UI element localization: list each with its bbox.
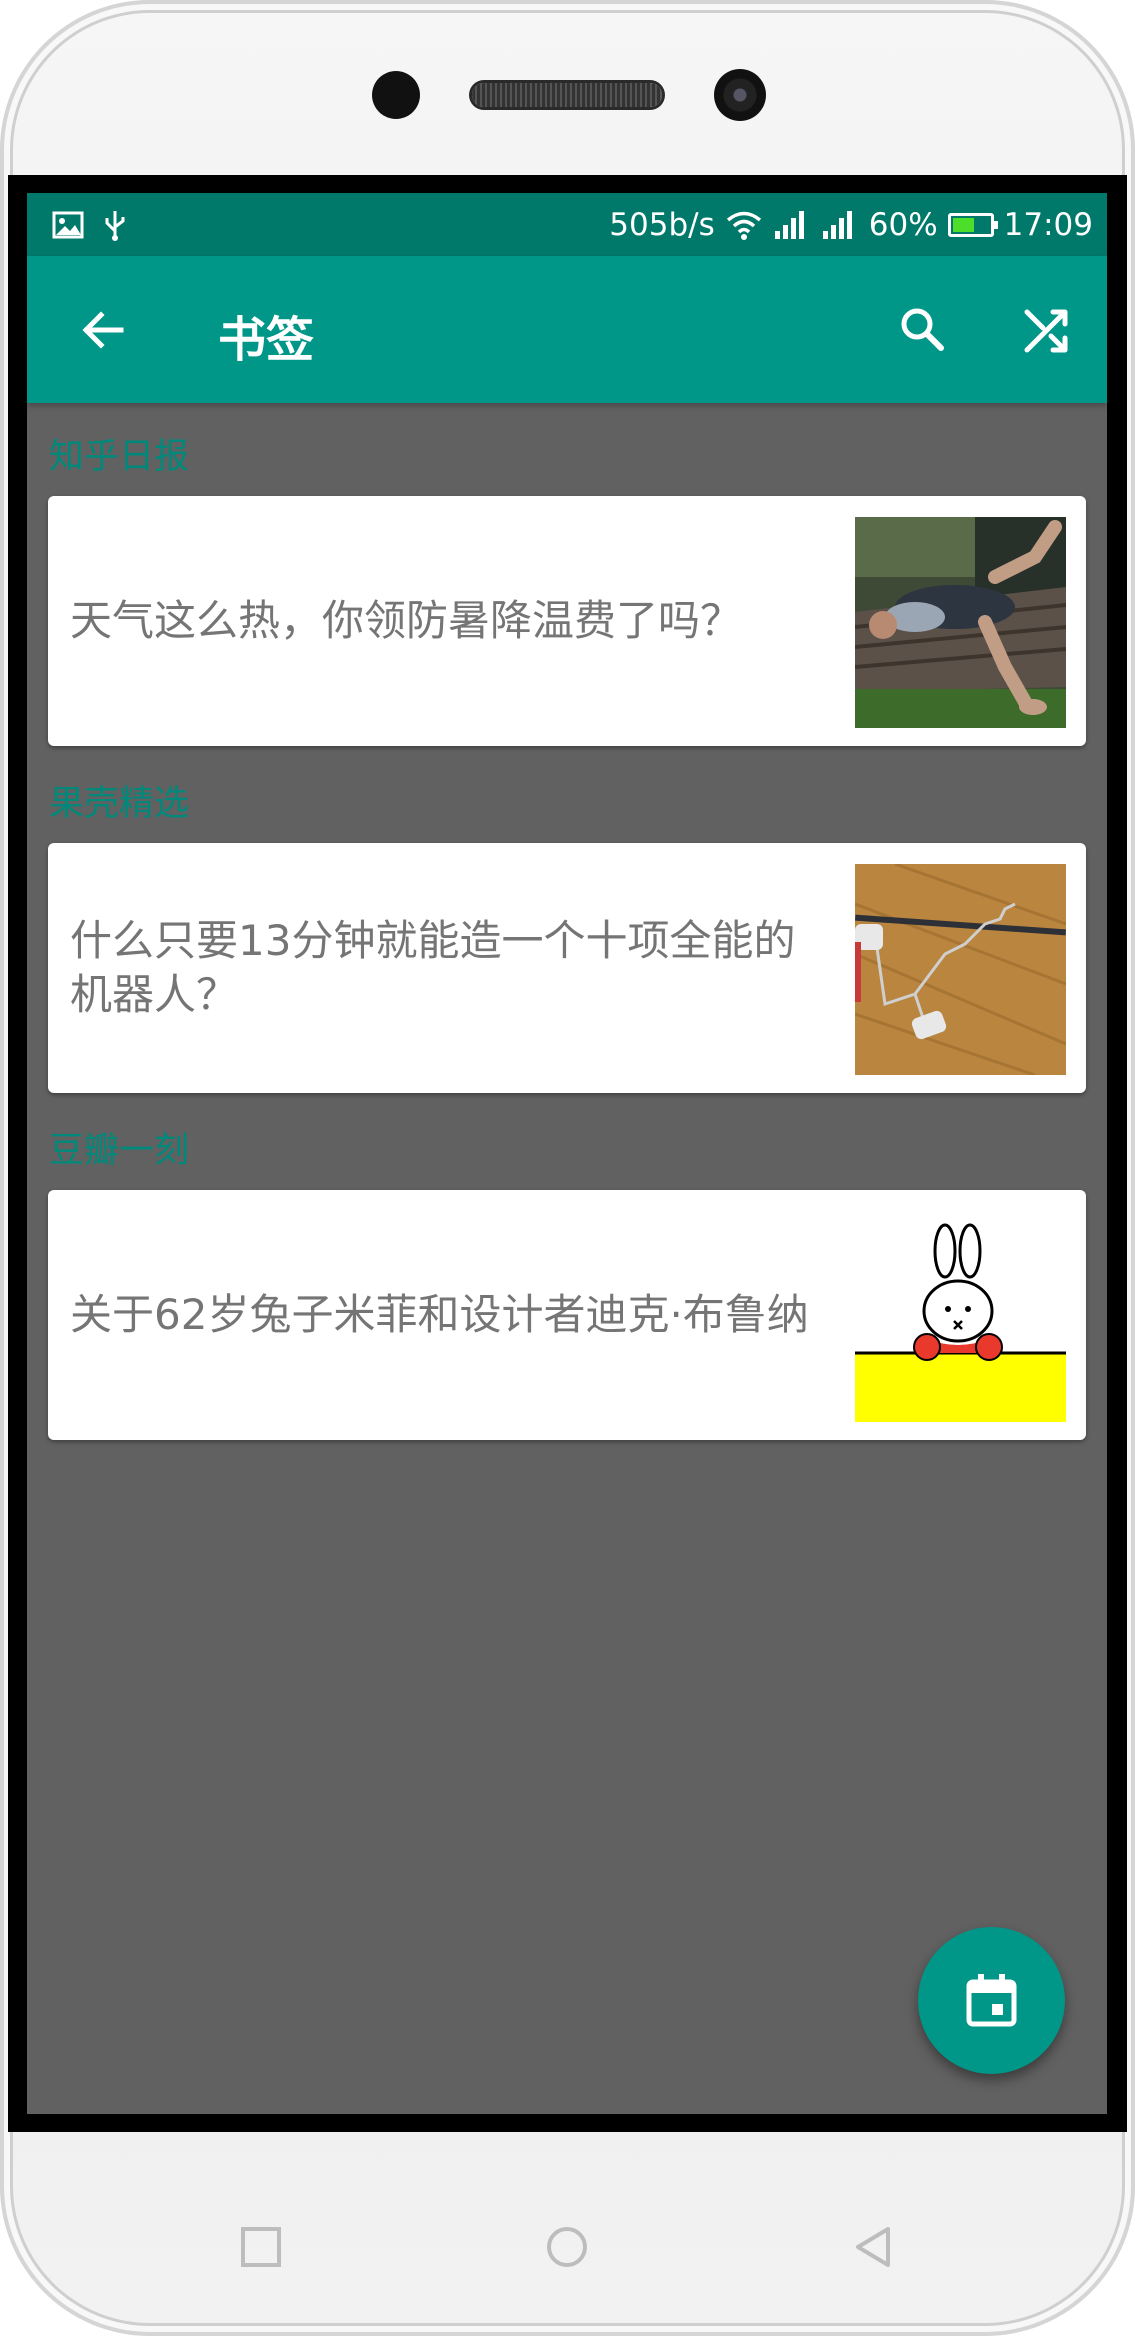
clock: 17:09 (1003, 206, 1093, 243)
person-lying-image (855, 517, 1066, 728)
bookmark-card[interactable]: 天气这么热，你领防暑降温费了吗？ (48, 496, 1086, 746)
phone-frame: 505b/s 60% 17:09 书签 知乎日报 天气这么热，你领防暑降温费了吗… (0, 0, 1135, 2336)
top-bezel (0, 0, 1135, 175)
card-title: 关于62岁兔子米菲和设计者迪克·布鲁纳 (70, 1290, 809, 1339)
card-thumbnail (855, 864, 1066, 1075)
wire-robot-image (855, 864, 1066, 1075)
screen: 505b/s 60% 17:09 书签 知乎日报 天气这么热，你领防暑降温费了吗… (27, 193, 1107, 2114)
recents-button[interactable] (235, 2221, 287, 2273)
front-camera (714, 69, 766, 121)
wifi-icon (726, 211, 761, 240)
network-speed: 505b/s (609, 206, 715, 243)
search-icon (901, 308, 944, 351)
home-button[interactable] (541, 2221, 593, 2273)
earpiece-speaker (472, 83, 662, 107)
usb-icon (105, 211, 125, 241)
calendar-icon (966, 1974, 1017, 2027)
back-button[interactable] (69, 296, 137, 364)
card-title: 什么只要13分钟就能造一个十项全能的机器人？ (70, 916, 796, 1019)
battery-level-fill (952, 217, 975, 232)
status-bar: 505b/s 60% 17:09 (27, 193, 1107, 256)
front-sensor (372, 71, 420, 119)
shuffle-button[interactable] (1013, 296, 1081, 364)
signal-icon (822, 210, 852, 239)
bookmark-card[interactable]: 什么只要13分钟就能造一个十项全能的机器人？ (48, 843, 1086, 1093)
app-bar: 书签 (27, 256, 1107, 403)
section-header: 果壳精选 (49, 784, 190, 824)
search-button[interactable] (889, 296, 957, 364)
card-thumbnail (855, 517, 1066, 728)
page-title: 书签 (218, 312, 315, 368)
battery-icon (947, 212, 998, 237)
navigation-bar (0, 2132, 1135, 2336)
image-icon (52, 211, 84, 239)
card-title: 天气这么热，你领防暑降温费了吗？ (70, 596, 743, 645)
calendar-fab[interactable] (918, 1927, 1065, 2074)
card-thumbnail (855, 1211, 1066, 1422)
bookmark-card[interactable]: 关于62岁兔子米菲和设计者迪克·布鲁纳 (48, 1190, 1086, 1440)
section-header: 豆瓣一刻 (49, 1131, 190, 1171)
battery-percent: 60% (868, 206, 938, 243)
back-nav-button[interactable] (848, 2221, 900, 2273)
miffy-image (855, 1211, 1066, 1422)
arrow-back-icon (82, 311, 124, 349)
shuffle-icon (1024, 309, 1068, 353)
signal-icon (774, 210, 804, 239)
section-header: 知乎日报 (49, 437, 190, 477)
